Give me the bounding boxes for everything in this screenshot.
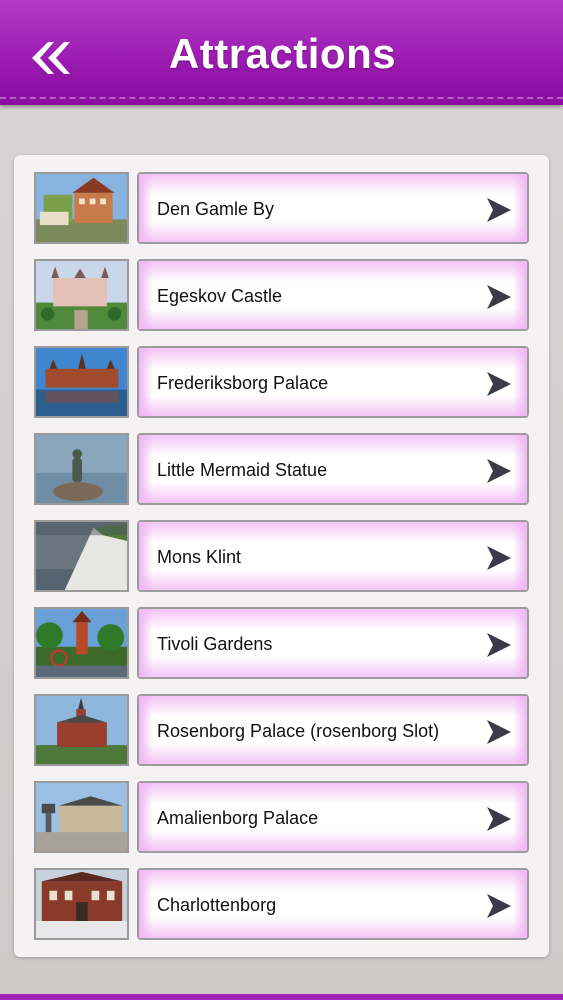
attraction-button[interactable]: Rosenborg Palace (rosenborg Slot) — [137, 694, 529, 766]
attraction-name: Little Mermaid Statue — [157, 460, 328, 480]
attraction-name: Den Gamle By — [157, 199, 275, 219]
attraction-thumbnail[interactable] — [34, 346, 129, 418]
attraction-button[interactable]: Mons Klint — [137, 520, 529, 592]
chevron-right-icon — [487, 807, 511, 831]
attraction-thumbnail[interactable] — [34, 607, 129, 679]
list-item: Amalienborg Palace — [34, 781, 546, 855]
chevron-right-icon — [487, 894, 511, 918]
page-title: Attractions — [168, 30, 397, 77]
attraction-thumbnail[interactable] — [34, 520, 129, 592]
attraction-name: Egeskov Castle — [157, 286, 283, 306]
attraction-button[interactable]: Tivoli Gardens — [137, 607, 529, 679]
list-item: Mons Klint — [34, 520, 546, 594]
list-item: Rosenborg Palace (rosenborg Slot) — [34, 694, 546, 768]
attraction-button[interactable]: Den Gamle By — [137, 172, 529, 244]
attraction-button[interactable]: Egeskov Castle — [137, 259, 529, 331]
attraction-name: Amalienborg Palace — [157, 808, 319, 828]
chevron-right-icon — [487, 459, 511, 483]
list-item: Tivoli Gardens — [34, 607, 546, 681]
attraction-thumbnail[interactable] — [34, 259, 129, 331]
list-item: Egeskov Castle — [34, 259, 546, 333]
attraction-button[interactable]: Charlottenborg — [137, 868, 529, 940]
attraction-name: Frederiksborg Palace — [157, 373, 329, 393]
attraction-thumbnail[interactable] — [34, 172, 129, 244]
attraction-button[interactable]: Frederiksborg Palace — [137, 346, 529, 418]
list-item: Little Mermaid Statue — [34, 433, 546, 507]
list-item: Den Gamle By — [34, 172, 546, 246]
header-stitch-divider — [0, 97, 563, 99]
attraction-name: Tivoli Gardens — [157, 634, 273, 654]
chevron-right-icon — [487, 198, 511, 222]
attraction-button[interactable]: Amalienborg Palace — [137, 781, 529, 853]
header-bar: Attractions — [0, 0, 563, 105]
attraction-thumbnail[interactable] — [34, 433, 129, 505]
chevron-right-icon — [487, 372, 511, 396]
attractions-list: Den Gamle By Egeskov Castle Frederiksbor… — [14, 155, 549, 957]
attraction-name: Mons Klint — [157, 547, 242, 567]
chevron-right-icon — [487, 720, 511, 744]
attraction-name: Charlottenborg — [157, 895, 277, 915]
attraction-thumbnail[interactable] — [34, 781, 129, 853]
bottom-bar — [0, 994, 563, 1000]
attraction-thumbnail[interactable] — [34, 868, 129, 940]
list-item: Charlottenborg — [34, 868, 546, 942]
attraction-button[interactable]: Little Mermaid Statue — [137, 433, 529, 505]
chevron-right-icon — [487, 285, 511, 309]
chevron-right-icon — [487, 546, 511, 570]
attraction-name: Rosenborg Palace (rosenborg Slot) — [157, 721, 440, 741]
chevron-right-icon — [487, 633, 511, 657]
attraction-thumbnail[interactable] — [34, 694, 129, 766]
list-item: Frederiksborg Palace — [34, 346, 546, 420]
